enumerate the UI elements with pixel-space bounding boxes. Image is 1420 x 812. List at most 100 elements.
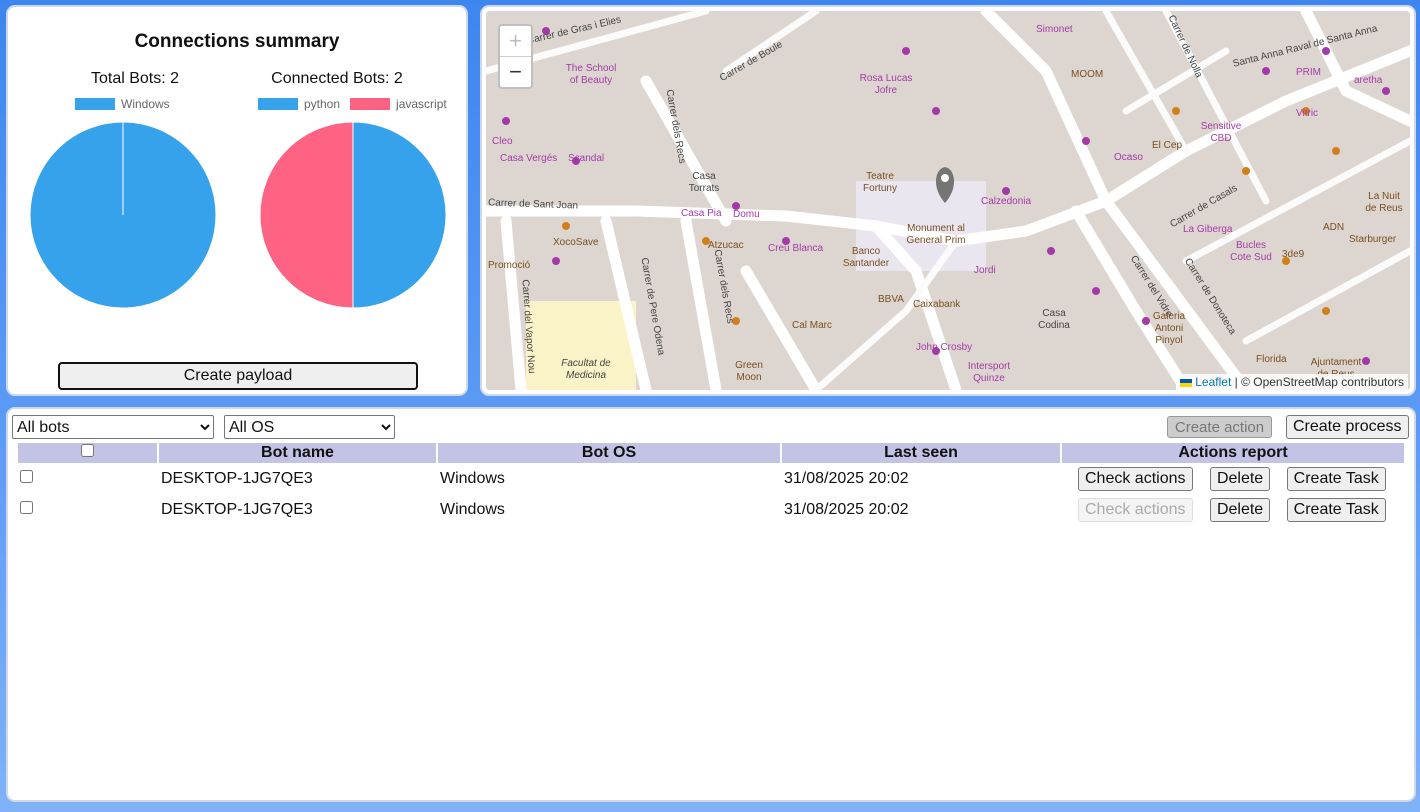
map-label: Casa Codina: [1038, 308, 1070, 331]
legend-label-javascript: javascript: [396, 97, 447, 111]
zoom-control: + −: [498, 24, 533, 89]
actions-cell: Check actions Delete Create Task: [1062, 494, 1404, 525]
map-label: La Nuit de Reus: [1365, 191, 1403, 214]
column-header[interactable]: Bot OS: [438, 443, 780, 463]
map-label: Sensitive CBD: [1200, 121, 1242, 144]
column-header: Actions report: [1062, 443, 1404, 463]
row-checkbox[interactable]: [20, 469, 33, 483]
attribution-text: | © OpenStreetMap contributors: [1234, 375, 1404, 389]
row-checkbox[interactable]: [20, 500, 33, 514]
map-label: Casa Pia: [681, 208, 722, 219]
connected-legend[interactable]: python javascript: [258, 97, 447, 111]
map-label: Galeria Antoni Pinyol: [1152, 311, 1186, 346]
check-actions-button[interactable]: Check actions: [1078, 466, 1193, 491]
create-payload-button[interactable]: Create payload: [58, 362, 418, 390]
table-header-row: Bot name Bot OS Last seen Actions report: [18, 443, 1404, 463]
os-filter-select[interactable]: All OS: [224, 415, 395, 439]
map-label: Casa Torrats: [688, 171, 720, 194]
create-process-button[interactable]: Create process: [1286, 415, 1409, 439]
legend-swatch-windows: [75, 98, 115, 110]
map-label: Domu: [733, 209, 760, 220]
create-action-button[interactable]: Create action: [1167, 416, 1272, 438]
map-label: Green Moon: [735, 360, 763, 383]
total-legend[interactable]: Windows: [75, 97, 170, 111]
map-label: BBVA: [878, 294, 904, 305]
map-tiles: [486, 11, 1410, 390]
map-label: Casa Vergés: [500, 153, 558, 164]
pie-slice-javascript[interactable]: [259, 121, 354, 309]
map-label: Creu Blanca: [768, 243, 824, 254]
legend-swatch-javascript: [350, 98, 391, 110]
map-label: XocoSave: [553, 237, 599, 248]
map-label: Scandal: [568, 153, 605, 164]
map-attribution: Leaflet | © OpenStreetMap contributors: [1176, 374, 1408, 390]
map-label: Promoció: [488, 260, 531, 271]
bot-os-cell: Windows: [440, 500, 505, 518]
map-label: Rosa Lucas Jofre: [859, 73, 913, 96]
map-label: The School of Beauty: [565, 63, 617, 86]
map-label: Monument al General Prim: [906, 223, 966, 246]
bots-filter-select[interactable]: All bots: [12, 415, 214, 439]
leaflet-link[interactable]: Leaflet: [1195, 375, 1231, 389]
create-task-button[interactable]: Create Task: [1286, 466, 1386, 491]
map-label: ADN: [1323, 222, 1345, 233]
map-label: Teatre Fortuny: [863, 171, 897, 194]
bot-name-cell: DESKTOP-1JG7QE3: [161, 500, 313, 518]
legend-label-windows: Windows: [121, 97, 170, 111]
map-label: Florida: [1256, 354, 1287, 365]
total-bots-label: Total Bots: 2: [90, 70, 180, 87]
last-seen-cell: 31/08/2025 20:02: [784, 500, 909, 518]
connections-summary-panel: Connections summary Total Bots: 2 Connec…: [6, 5, 468, 396]
zoom-out-button[interactable]: −: [500, 57, 531, 87]
map-label: aretha: [1354, 75, 1383, 86]
map-label: La Giberga: [1183, 224, 1233, 235]
map-label: Starburger: [1349, 234, 1397, 245]
map-label: Intersport Quinze: [967, 361, 1011, 384]
zoom-in-button[interactable]: +: [500, 26, 531, 57]
table-row: DESKTOP-1JG7QE3 Windows 31/08/2025 20:02…: [18, 494, 1404, 525]
bot-os-cell: Windows: [440, 469, 505, 487]
select-all-checkbox[interactable]: [81, 444, 94, 457]
map-label: Facultat de Medicina: [561, 358, 611, 381]
map-label: Bucles Cote Sud: [1230, 240, 1272, 263]
pie-slice-python[interactable]: [352, 121, 447, 309]
map-label: Cal Marc: [792, 320, 833, 331]
map-label: MOOM: [1071, 69, 1104, 80]
table-row: DESKTOP-1JG7QE3 Windows 31/08/2025 20:02…: [18, 463, 1404, 494]
map-label: Vitric: [1296, 108, 1319, 119]
map[interactable]: Carrer de Gras i Elies Carrer de Boule T…: [486, 11, 1410, 390]
check-actions-button[interactable]: Check actions: [1078, 497, 1193, 522]
map-label: Ocaso: [1114, 152, 1143, 163]
map-label: Jordi: [974, 265, 996, 276]
summary-title: Connections summary: [134, 31, 340, 52]
map-label: Cleo: [492, 136, 513, 147]
bot-name-cell: DESKTOP-1JG7QE3: [161, 469, 313, 487]
column-header[interactable]: Bot name: [159, 443, 436, 463]
column-header[interactable]: Last seen: [782, 443, 1060, 463]
create-task-button[interactable]: Create Task: [1286, 497, 1386, 522]
map-label: Simonet: [1036, 24, 1073, 35]
legend-label-python: python: [304, 97, 341, 111]
connected-bots-pie-chart: [259, 121, 447, 309]
map-label: John Crosby: [916, 342, 973, 353]
map-label: 3de9: [1282, 249, 1305, 260]
map-label: El Cep: [1152, 140, 1183, 151]
actions-cell: Check actions Delete Create Task: [1062, 463, 1404, 494]
ukraine-flag-icon: [1180, 378, 1193, 387]
row-select-cell: [18, 494, 157, 525]
delete-button[interactable]: Delete: [1209, 466, 1271, 491]
legend-swatch-python: [258, 98, 298, 110]
bots-table: Bot name Bot OS Last seen Actions report…: [16, 443, 1406, 525]
map-label: Caixabank: [913, 299, 961, 310]
map-label: Calzedonia: [981, 196, 1032, 207]
select-all-header: [18, 443, 157, 463]
map-panel: Carrer de Gras i Elies Carrer de Boule T…: [480, 5, 1416, 396]
connected-bots-label: Connected Bots: 2: [271, 70, 403, 87]
total-bots-pie-chart: [29, 121, 217, 309]
row-select-cell: [18, 463, 157, 494]
bots-panel: All bots All OS Create action Create pro…: [6, 407, 1416, 802]
delete-button[interactable]: Delete: [1209, 497, 1271, 522]
map-label: Banco Santander: [842, 246, 890, 269]
map-label: PRIM: [1296, 67, 1321, 78]
last-seen-cell: 31/08/2025 20:02: [784, 469, 909, 487]
